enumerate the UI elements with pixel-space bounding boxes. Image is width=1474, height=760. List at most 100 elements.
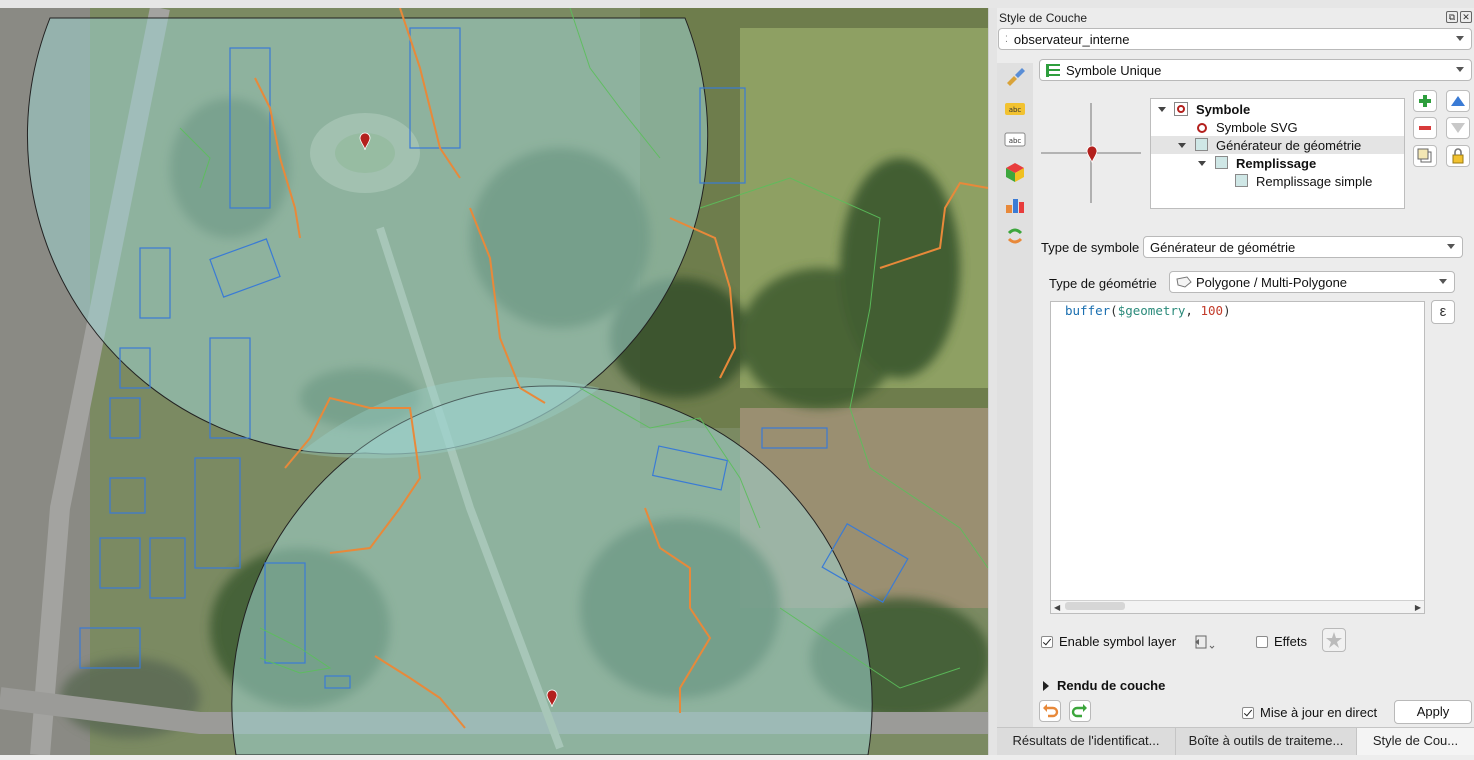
data-defined-override-button[interactable] — [1193, 633, 1219, 651]
scrollbar-thumb[interactable] — [1065, 602, 1125, 610]
apply-button[interactable]: Apply — [1394, 700, 1472, 724]
expression-separator: , — [1185, 303, 1201, 318]
move-up-button[interactable] — [1446, 90, 1470, 112]
symbol-preview — [1041, 103, 1141, 203]
star-icon — [1326, 632, 1342, 648]
lock-layer-button[interactable] — [1446, 145, 1470, 167]
duplicate-icon — [1417, 148, 1432, 163]
live-update-label: Mise à jour en direct — [1260, 705, 1378, 720]
point-layer-icon: ⁚ — [1005, 33, 1008, 44]
polygon-icon — [1176, 276, 1192, 288]
layer-select[interactable]: ⁚ observateur_interne — [998, 28, 1472, 50]
remove-layer-button[interactable] — [1413, 117, 1437, 139]
map-canvas[interactable] — [0, 8, 988, 755]
epsilon-icon: ε — [1439, 303, 1447, 320]
chevron-down-icon — [1456, 36, 1464, 41]
layer-name: observateur_interne — [1013, 31, 1130, 47]
arrow-up-icon — [1451, 96, 1465, 106]
expression-editor[interactable]: buffer($geometry, 100) ◀ ▶ — [1050, 301, 1425, 614]
masks-icon[interactable]: abc — [1004, 129, 1026, 151]
3d-view-icon[interactable] — [1004, 161, 1026, 183]
expression-paren: ) — [1223, 303, 1231, 318]
symbol-layer-tree: Symbole Symbole SVG Générateur de géomét… — [1150, 98, 1405, 209]
tab-label: Boîte à outils de traiteme... — [1188, 733, 1344, 748]
redo-icon — [1071, 704, 1087, 718]
layer-rendering-section[interactable]: Rendu de couche — [1043, 678, 1165, 693]
enable-symbol-layer-checkbox[interactable] — [1041, 635, 1053, 648]
expression-function: buffer — [1065, 303, 1111, 318]
fill-swatch-icon — [1235, 174, 1248, 187]
tree-item-svg-symbol[interactable]: Symbole SVG — [1151, 118, 1404, 136]
paintbrush-icon[interactable] — [1004, 65, 1026, 87]
single-symbol-icon — [1046, 63, 1060, 77]
fill-swatch-icon — [1195, 138, 1208, 151]
scroll-left-icon[interactable]: ◀ — [1054, 603, 1060, 612]
status-strip — [0, 755, 1474, 760]
chevron-down-icon[interactable] — [1198, 161, 1206, 166]
enable-symbol-layer-row: Enable symbol layer — [1041, 634, 1176, 649]
dock-title: Style de Couche — [999, 11, 1088, 25]
geometry-type-select[interactable]: Polygone / Multi-Polygone — [1169, 271, 1455, 293]
arrow-down-icon — [1451, 123, 1465, 133]
tree-label: Symbole SVG — [1216, 119, 1298, 135]
close-dock-icon[interactable]: ✕ — [1460, 11, 1472, 23]
expression-paren: ( — [1110, 303, 1118, 318]
expression-button[interactable]: ε — [1431, 300, 1455, 324]
symbol-type-select[interactable]: Générateur de géométrie — [1143, 236, 1463, 258]
dock-tab-bar: Résultats de l'identificat... Boîte à ou… — [997, 727, 1474, 756]
live-update-checkbox[interactable] — [1242, 706, 1254, 719]
labels-icon[interactable]: abc — [1004, 98, 1026, 120]
renderer-label: Symbole Unique — [1066, 62, 1162, 78]
effects-checkbox[interactable] — [1256, 635, 1268, 648]
layer-style-panel: Style de Couche ⧉ ✕ ⁚ observateur_intern… — [997, 8, 1474, 727]
chevron-down-icon — [1447, 244, 1455, 249]
lock-icon — [1452, 148, 1464, 164]
tree-label: Remplissage — [1236, 155, 1317, 171]
apply-label: Apply — [1416, 704, 1450, 719]
fill-swatch-icon — [1215, 156, 1228, 169]
geometry-type-value: Polygone / Multi-Polygone — [1196, 274, 1348, 290]
svg-marker-icon — [1197, 123, 1207, 133]
chevron-down-icon — [1456, 67, 1464, 72]
move-down-button[interactable] — [1446, 117, 1470, 139]
effects-settings-button[interactable] — [1322, 628, 1346, 652]
expression-line: buffer($geometry, 100) — [1065, 303, 1231, 318]
renderer-select[interactable]: Symbole Unique — [1039, 59, 1472, 81]
effects-row: Effets — [1256, 634, 1307, 649]
style-sidebar: abc abc — [997, 63, 1033, 727]
undo-button[interactable] — [1039, 700, 1061, 722]
tree-label: Remplissage simple — [1256, 173, 1373, 189]
add-layer-button[interactable] — [1413, 90, 1437, 112]
duplicate-layer-button[interactable] — [1413, 145, 1437, 167]
undo-icon — [1043, 704, 1059, 718]
chevron-down-icon — [1439, 279, 1447, 284]
float-dock-icon[interactable]: ⧉ — [1446, 11, 1458, 23]
data-defined-icon — [1195, 635, 1215, 649]
redo-button[interactable] — [1069, 700, 1091, 722]
chevron-down-icon[interactable] — [1178, 143, 1186, 148]
symbol-swatch-icon — [1174, 102, 1188, 116]
tab-label: Résultats de l'identificat... — [1012, 733, 1160, 748]
horizontal-scrollbar[interactable]: ◀ ▶ — [1051, 600, 1424, 613]
tree-item-geometry-generator[interactable]: Générateur de géométrie — [1151, 136, 1404, 154]
chevron-down-icon[interactable] — [1158, 107, 1166, 112]
expression-number: 100 — [1200, 303, 1224, 318]
history-icon[interactable] — [1004, 225, 1026, 247]
tree-item-symbol[interactable]: Symbole — [1151, 100, 1404, 118]
tab-processing-toolbox[interactable]: Boîte à outils de traiteme... — [1176, 728, 1357, 755]
plus-icon — [1419, 95, 1431, 107]
diagrams-icon[interactable] — [1004, 193, 1026, 215]
tree-item-fill[interactable]: Remplissage — [1151, 154, 1404, 172]
svg-text:abc: abc — [1009, 106, 1022, 114]
chevron-right-icon — [1043, 680, 1049, 691]
scroll-right-icon[interactable]: ▶ — [1415, 603, 1421, 612]
effects-label: Effets — [1274, 634, 1308, 649]
tree-item-simple-fill[interactable]: Remplissage simple — [1151, 172, 1404, 190]
tree-label: Générateur de géométrie — [1216, 137, 1362, 153]
live-update-row: Mise à jour en direct — [1242, 705, 1377, 720]
tab-identify-results[interactable]: Résultats de l'identificat... — [997, 728, 1176, 755]
symbol-type-label: Type de symbole — [1041, 240, 1140, 255]
minus-icon — [1419, 126, 1431, 130]
tab-layer-styling[interactable]: Style de Cou... — [1357, 728, 1474, 755]
enable-symbol-layer-label: Enable symbol layer — [1059, 634, 1177, 649]
